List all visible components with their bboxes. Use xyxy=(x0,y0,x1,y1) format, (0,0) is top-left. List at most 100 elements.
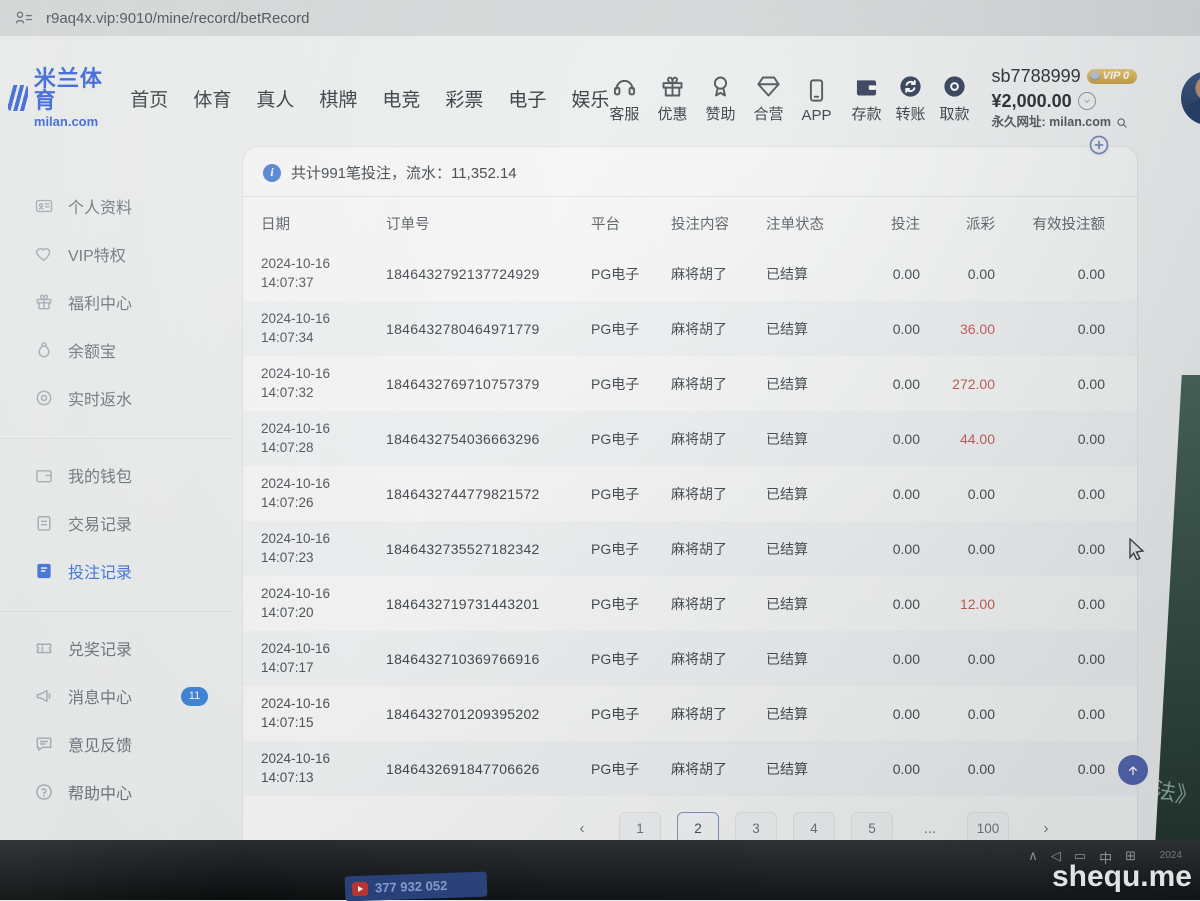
action-wallet-filled[interactable]: 存款 xyxy=(852,73,882,124)
column-header: 订单号 xyxy=(386,213,591,234)
diamond-icon xyxy=(755,73,782,100)
browser-address-bar[interactable]: r9aq4x.vip:9010/mine/record/betRecord xyxy=(0,0,1200,37)
table-row: 2024-10-1614:07:28 1846432754036663296 P… xyxy=(243,411,1137,466)
sidebar-group: 兑奖记录消息中心11意见反馈帮助中心 xyxy=(0,611,232,822)
sidebar-item[interactable]: 实时返水 xyxy=(0,374,232,422)
prize-icon xyxy=(34,638,54,658)
cell-platform: PG电子 xyxy=(591,484,671,504)
table-row: 2024-10-1614:07:26 1846432744779821572 P… xyxy=(243,466,1137,521)
cell-status: 已结算 xyxy=(766,594,861,614)
sidebar-item[interactable]: 我的钱包 xyxy=(0,451,232,499)
cell-status: 已结算 xyxy=(766,264,861,284)
table-row: 2024-10-1614:07:15 1846432701209395202 P… xyxy=(243,686,1137,741)
next-page-button[interactable]: › xyxy=(1025,812,1067,840)
cell-platform: PG电子 xyxy=(591,319,671,339)
page-button[interactable]: 1 xyxy=(619,812,661,840)
cell-date: 2024-10-1614:07:17 xyxy=(261,640,386,676)
action-headset[interactable]: 客服 xyxy=(609,73,639,124)
arrow-up-icon xyxy=(1124,761,1142,779)
medal-icon xyxy=(707,73,734,100)
action-gift[interactable]: 优惠 xyxy=(657,73,687,124)
cell-valid: 0.00 xyxy=(1001,486,1111,502)
table-row: 2024-10-1614:07:20 1846432719731443201 P… xyxy=(243,576,1137,631)
sidebar-item[interactable]: 个人资料 xyxy=(0,182,232,230)
gift-icon xyxy=(659,73,686,100)
cell-order: 1846432719731443201 xyxy=(386,596,591,612)
table-header: 日期订单号平台投注内容注单状态投注派彩有效投注额 xyxy=(243,197,1137,246)
sidebar-item[interactable]: 兑奖记录 xyxy=(0,624,232,672)
cell-order: 1846432769710757379 xyxy=(386,376,591,392)
vip-badge[interactable]: VIP 0 xyxy=(1087,69,1138,85)
action-phone[interactable]: APP xyxy=(801,77,831,124)
nav-item[interactable]: 棋牌 xyxy=(319,85,357,112)
sidebar-item[interactable]: VIP特权 xyxy=(0,230,232,278)
nav-item[interactable]: 电子 xyxy=(508,85,546,112)
sidebar-item[interactable]: 意见反馈 xyxy=(0,720,232,768)
prev-page-button[interactable]: ‹ xyxy=(561,812,603,840)
page-button[interactable]: 3 xyxy=(735,812,777,840)
cell-platform: PG电子 xyxy=(591,539,671,559)
action-transfer[interactable]: 转账 xyxy=(896,73,926,124)
cell-date: 2024-10-1614:07:34 xyxy=(261,310,386,346)
nav-item[interactable]: 电竞 xyxy=(382,85,420,112)
page-button[interactable]: 4 xyxy=(793,812,835,840)
wallet-filled-icon xyxy=(853,73,880,100)
back-to-top-button[interactable] xyxy=(1118,755,1148,785)
cell-date: 2024-10-1614:07:26 xyxy=(261,475,386,511)
balance-dropdown[interactable] xyxy=(1078,92,1096,110)
cell-payout: 0.00 xyxy=(926,486,1001,502)
sidebar-item[interactable]: 消息中心11 xyxy=(0,672,232,720)
site-logo[interactable]: 米兰体育 milan.com xyxy=(8,68,104,129)
cell-status: 已结算 xyxy=(766,319,861,339)
sidebar-item[interactable]: 帮助中心 xyxy=(0,768,232,816)
chevron-down-icon xyxy=(1081,95,1093,107)
vip-heart-icon xyxy=(34,244,54,264)
quick-actions: 客服优惠赞助合营 APP xyxy=(609,73,831,124)
sidebar-item[interactable]: 投注记录 xyxy=(0,547,232,595)
site-header: 米兰体育 milan.com 首页体育真人棋牌电竞彩票电子娱乐 客服优惠赞助合营… xyxy=(0,50,1200,146)
search-icon[interactable] xyxy=(1115,116,1129,130)
cell-bet: 0.00 xyxy=(861,266,926,282)
cell-payout: 0.00 xyxy=(926,541,1001,557)
sidebar-item[interactable]: 福利中心 xyxy=(0,278,232,326)
logo-icon xyxy=(8,85,28,111)
cell-status: 已结算 xyxy=(766,539,861,559)
cell-order: 1846432792137724929 xyxy=(386,266,591,282)
gift-icon xyxy=(34,292,54,312)
cell-platform: PG电子 xyxy=(591,704,671,724)
action-coin[interactable]: 取款 xyxy=(940,73,970,124)
column-header: 派彩 xyxy=(926,213,1001,234)
table-body: 2024-10-1614:07:37 1846432792137724929 P… xyxy=(243,246,1137,796)
avatar[interactable] xyxy=(1181,71,1200,125)
cell-valid: 0.00 xyxy=(1001,651,1111,667)
sidebar-item[interactable]: 余额宝 xyxy=(0,326,232,374)
nav-item[interactable]: 真人 xyxy=(256,85,294,112)
laptop-bezel: ∧◁▭中⊞ 2024 377 932 052 shequ.me xyxy=(0,840,1200,900)
cell-content: 麻将胡了 xyxy=(671,704,766,724)
page-button[interactable]: 100 xyxy=(967,812,1009,840)
bet-record-icon xyxy=(34,561,54,581)
page-button[interactable]: 2 xyxy=(677,812,719,840)
page-button[interactable]: 5 xyxy=(851,812,893,840)
cell-status: 已结算 xyxy=(766,704,861,724)
nav-item[interactable]: 娱乐 xyxy=(571,85,609,112)
cell-content: 麻将胡了 xyxy=(671,319,766,339)
url-text: r9aq4x.vip:9010/mine/record/betRecord xyxy=(46,10,309,27)
cell-payout: 0.00 xyxy=(926,266,1001,282)
action-diamond[interactable]: 合营 xyxy=(753,73,783,124)
nav-item[interactable]: 首页 xyxy=(130,85,168,112)
cell-payout: 272.00 xyxy=(926,376,1001,392)
sidebar-item[interactable]: 交易记录 xyxy=(0,499,232,547)
nav-item[interactable]: 彩票 xyxy=(445,85,483,112)
cell-bet: 0.00 xyxy=(861,376,926,392)
nav-item[interactable]: 体育 xyxy=(193,85,231,112)
cell-status: 已结算 xyxy=(766,429,861,449)
cell-order: 1846432710369766916 xyxy=(386,651,591,667)
action-medal[interactable]: 赞助 xyxy=(705,73,735,124)
plus-circle-icon[interactable] xyxy=(1087,133,1111,157)
cell-valid: 0.00 xyxy=(1001,431,1111,447)
headset-icon xyxy=(611,73,638,100)
cell-date: 2024-10-1614:07:28 xyxy=(261,420,386,456)
cell-date: 2024-10-1614:07:15 xyxy=(261,695,386,731)
cell-valid: 0.00 xyxy=(1001,541,1111,557)
